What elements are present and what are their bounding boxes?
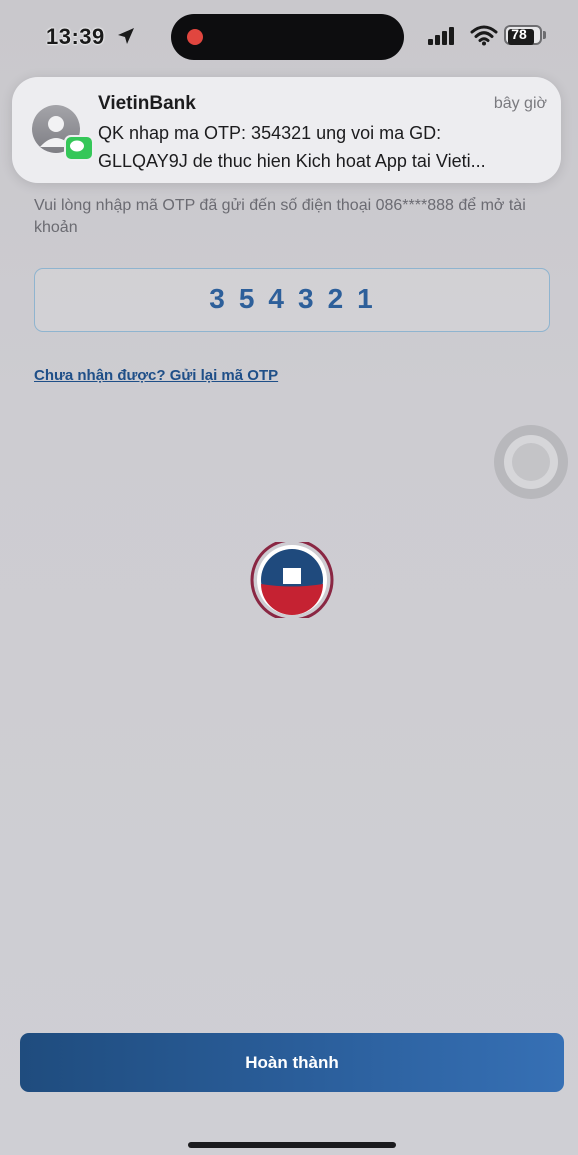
location-arrow-icon: [118, 28, 134, 44]
notification-message: QK nhap ma OTP: 354321 ung voi ma GD: GL…: [98, 119, 550, 175]
otp-value: 354321: [209, 283, 387, 314]
cellular-signal-icon: [428, 27, 454, 45]
otp-input[interactable]: 354321: [34, 268, 550, 332]
notification-app-name: VietinBank: [98, 93, 196, 114]
status-time: 13:39: [46, 24, 105, 49]
notification-line-1: QK nhap ma OTP: 354321 ung voi ma GD:: [98, 123, 442, 143]
status-bar: 13:39 78: [0, 0, 578, 70]
messages-badge-icon: [64, 135, 94, 161]
wifi-icon: [470, 25, 498, 46]
push-notification[interactable]: VietinBank bây giờ QK nhap ma OTP: 35432…: [12, 77, 561, 183]
notification-line-2: GLLQAY9J de thuc hien Kich hoat App tai …: [98, 151, 486, 171]
complete-button[interactable]: Hoàn thành: [20, 1033, 564, 1092]
home-indicator[interactable]: [188, 1142, 396, 1148]
battery-level: 78: [511, 26, 527, 42]
dynamic-island: [171, 14, 404, 60]
otp-instruction: Vui lòng nhập mã OTP đã gửi đến số điện …: [34, 197, 526, 236]
assistive-touch-button[interactable]: [490, 424, 572, 500]
resend-otp-link[interactable]: Chưa nhận được? Gửi lại mã OTP: [34, 367, 278, 384]
battery-icon: 78: [504, 25, 548, 47]
vietinbank-loading-logo-icon: [250, 542, 334, 618]
notification-time: bây giờ: [493, 95, 547, 112]
recording-dot-icon: [187, 29, 203, 45]
